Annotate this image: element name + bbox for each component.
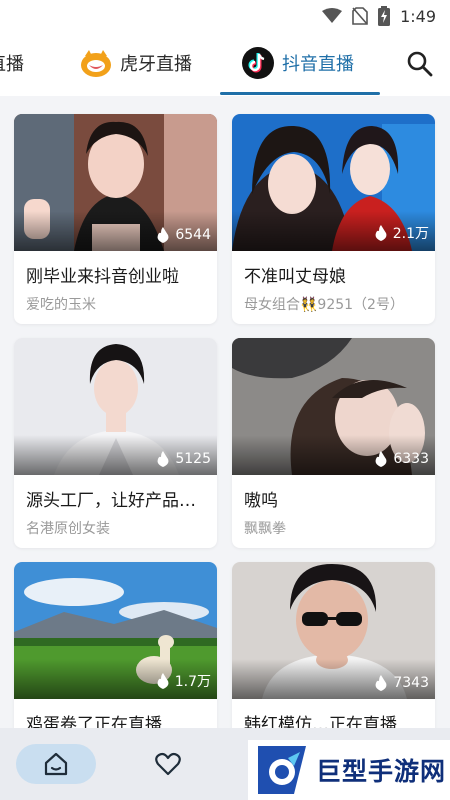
flame-icon — [375, 451, 387, 467]
view-count-value: 6333 — [393, 451, 429, 467]
room-thumbnail: 2.1万 — [232, 114, 435, 251]
search-icon — [407, 51, 433, 77]
tab-douyin-live[interactable]: 抖音直播 — [242, 46, 354, 80]
heart-icon — [155, 752, 181, 776]
anchor-name: 母女组合👯9251（2号） — [244, 297, 404, 313]
view-count: 1.7万 — [156, 671, 211, 691]
room-thumbnail: 6333 — [232, 338, 435, 475]
view-count: 6333 — [374, 451, 429, 467]
nav-home-button[interactable] — [16, 744, 96, 784]
live-room-card[interactable]: 1.7万 鸡蛋卷了正在直播 — [14, 562, 217, 728]
live-room-card[interactable]: 6333 嗷呜 飘飘拳 — [232, 338, 435, 548]
anchor-name: 飘飘拳 — [244, 521, 286, 537]
view-count-value: 1.7万 — [174, 674, 211, 690]
nav-favorites-button[interactable] — [148, 746, 188, 782]
search-button[interactable] — [406, 50, 434, 78]
tab-label: 直播 — [0, 54, 24, 75]
view-count-value: 7343 — [393, 675, 429, 691]
watermark-logo-icon — [258, 746, 306, 794]
status-icons: 1:49 — [322, 6, 436, 26]
status-bar: 1:49 — [0, 0, 450, 32]
tab-label: 抖音直播 — [282, 54, 354, 75]
view-count-value: 5125 — [175, 451, 211, 467]
view-count: 6544 — [156, 227, 211, 243]
room-thumbnail: 1.7万 — [14, 562, 217, 699]
live-room-card[interactable]: 7343 韩红模仿…正在直播 — [232, 562, 435, 728]
tab-huya-live[interactable]: 虎牙直播 — [80, 46, 192, 80]
active-tab-indicator — [220, 92, 380, 95]
room-title: 嗷呜 — [244, 491, 278, 511]
view-count: 5125 — [156, 451, 211, 467]
room-title: 不准叫丈母娘 — [244, 267, 346, 287]
status-time: 1:49 — [400, 6, 436, 26]
live-room-card[interactable]: 5125 源头工厂，让好产品… 名港原创女装 — [14, 338, 217, 548]
flame-icon — [157, 673, 169, 689]
view-count-value: 2.1万 — [392, 226, 429, 242]
platform-tab-bar: 直播 虎牙直播 抖音直播 — [0, 32, 450, 96]
room-title: 韩红模仿…正在直播 — [244, 715, 397, 728]
live-room-grid: 6544 刚毕业来抖音创业啦 爱吃的玉米 2.1万 不准叫丈母娘 母女组合� — [0, 96, 450, 728]
tab-label: 虎牙直播 — [120, 54, 192, 75]
flame-icon — [375, 675, 387, 691]
room-title: 鸡蛋卷了正在直播 — [26, 715, 162, 728]
live-room-card[interactable]: 2.1万 不准叫丈母娘 母女组合👯9251（2号） — [232, 114, 435, 324]
anchor-name: 名港原创女装 — [26, 521, 110, 537]
battery-charging-icon — [378, 6, 391, 26]
view-count: 2.1万 — [374, 223, 429, 243]
home-icon — [44, 752, 68, 776]
wifi-icon — [322, 8, 343, 23]
view-count-value: 6544 — [175, 227, 211, 243]
room-title: 源头工厂，让好产品… — [26, 491, 196, 511]
no-sim-icon — [352, 7, 368, 25]
flame-icon — [375, 225, 387, 241]
tab-live[interactable]: 直播 — [0, 46, 24, 80]
huya-logo-icon — [80, 47, 112, 79]
room-thumbnail: 5125 — [14, 338, 217, 475]
site-watermark: 巨型手游网 — [248, 740, 450, 800]
flame-icon — [157, 451, 169, 467]
douyin-logo-icon — [242, 47, 274, 79]
watermark-text: 巨型手游网 — [316, 757, 447, 786]
room-title: 刚毕业来抖音创业啦 — [26, 267, 179, 287]
view-count: 7343 — [374, 675, 429, 691]
anchor-name: 爱吃的玉米 — [26, 297, 96, 313]
live-room-card[interactable]: 6544 刚毕业来抖音创业啦 爱吃的玉米 — [14, 114, 217, 324]
flame-icon — [157, 227, 169, 243]
room-thumbnail: 7343 — [232, 562, 435, 699]
room-thumbnail: 6544 — [14, 114, 217, 251]
